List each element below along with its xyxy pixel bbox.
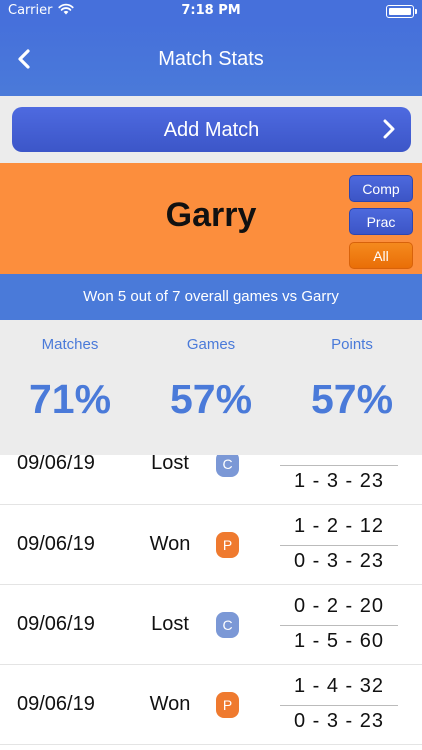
filter-all-button[interactable]: All bbox=[349, 242, 413, 269]
filter-comp-button[interactable]: Comp bbox=[349, 175, 413, 202]
games-stat-label: Games bbox=[186, 336, 236, 353]
competitive-badge: C bbox=[216, 455, 239, 477]
chevron-right-icon bbox=[383, 119, 395, 139]
match-row[interactable]: 09/06/19 Won P 1 - 2 - 12 0 - 3 - 23 bbox=[0, 505, 422, 585]
filter-prac-button[interactable]: Prac bbox=[349, 208, 413, 235]
score-divider bbox=[280, 465, 398, 466]
match-row[interactable]: 09/06/19 Won P 1 - 4 - 32 0 - 3 - 23 bbox=[0, 665, 422, 745]
practice-badge: P bbox=[216, 692, 239, 718]
score-divider bbox=[280, 545, 398, 546]
score-divider bbox=[280, 705, 398, 706]
match-date: 09/06/19 bbox=[17, 455, 95, 474]
add-match-label: Add Match bbox=[163, 119, 260, 141]
matches-stat-label: Matches bbox=[41, 336, 99, 353]
score-top: 1 - 4 - 32 bbox=[293, 675, 385, 697]
page-title: Match Stats bbox=[158, 48, 264, 70]
score-divider bbox=[280, 625, 398, 626]
match-date: 09/06/19 bbox=[17, 693, 95, 715]
score-bottom: 0 - 3 - 23 bbox=[293, 550, 385, 572]
stats-panel: Matches 71% Games 57% Points 57% bbox=[0, 320, 422, 455]
score-top: 1 - 2 - 12 bbox=[293, 515, 385, 537]
match-result: Won bbox=[149, 693, 191, 715]
status-time: 7:18 PM bbox=[181, 3, 241, 18]
match-result: Won bbox=[149, 533, 191, 555]
match-row[interactable]: 09/06/19 Lost C 1 - 3 - 23 bbox=[0, 455, 422, 505]
opponent-header: Garry Comp Prac All bbox=[0, 163, 422, 274]
points-stat-label: Points bbox=[331, 336, 373, 353]
practice-badge: P bbox=[216, 532, 239, 558]
score-bottom: 1 - 5 - 60 bbox=[293, 630, 385, 652]
match-list[interactable]: 09/06/19 Lost C 1 - 3 - 23 09/06/19 Won … bbox=[0, 455, 422, 750]
score-bottom: 1 - 3 - 23 bbox=[293, 470, 385, 492]
match-date: 09/06/19 bbox=[17, 533, 95, 555]
points-stat-value: 57% bbox=[310, 376, 394, 422]
win-summary: Won 5 out of 7 overall games vs Garry bbox=[0, 274, 422, 320]
match-result: Lost bbox=[151, 455, 189, 474]
score-top: 0 - 2 - 20 bbox=[293, 595, 385, 617]
status-bar: Carrier 7:18 PM bbox=[0, 0, 422, 22]
navigation-bar: Match Stats bbox=[0, 22, 422, 96]
match-result: Lost bbox=[151, 613, 189, 635]
games-stat-value: 57% bbox=[169, 376, 253, 422]
add-match-button[interactable]: Add Match bbox=[12, 107, 411, 152]
match-row[interactable]: 09/06/19 Lost C 0 - 2 - 20 1 - 5 - 60 bbox=[0, 585, 422, 665]
battery-icon bbox=[386, 5, 417, 18]
matches-stat-value: 71% bbox=[28, 376, 112, 422]
match-date: 09/06/19 bbox=[17, 613, 95, 635]
competitive-badge: C bbox=[216, 612, 239, 638]
score-bottom: 0 - 3 - 23 bbox=[293, 710, 385, 732]
